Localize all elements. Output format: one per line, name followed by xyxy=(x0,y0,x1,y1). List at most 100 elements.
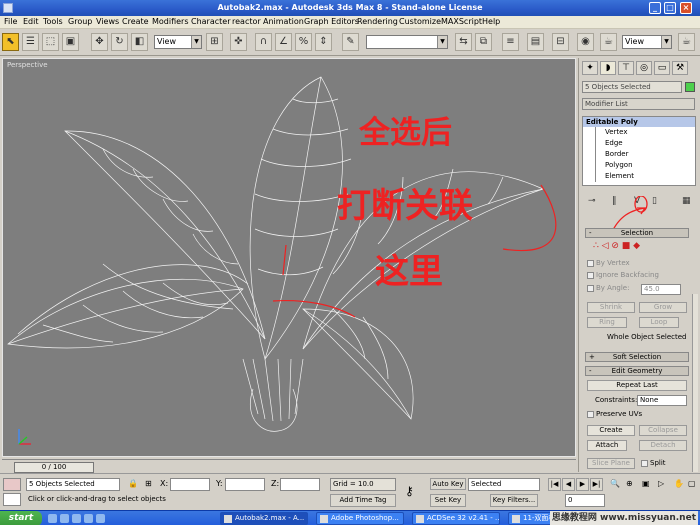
zoom-icon[interactable]: 🔍 xyxy=(610,479,620,488)
absolute-mode-icon[interactable]: ⊞ xyxy=(145,479,152,488)
select-manipulate-icon[interactable]: ✜ xyxy=(230,33,247,51)
align-icon[interactable]: ⧉ xyxy=(475,33,492,51)
play-icon[interactable]: ▶ xyxy=(576,478,589,491)
angle-snap-icon[interactable]: ∠ xyxy=(275,33,292,51)
quick-launch-folder-icon[interactable] xyxy=(84,514,93,523)
attach-button[interactable]: Attach xyxy=(587,440,627,451)
maxscript-listener-icon[interactable] xyxy=(3,478,21,491)
snap-toggle-icon[interactable]: ∩ xyxy=(255,33,272,51)
quick-launch-media-icon[interactable] xyxy=(72,514,81,523)
render-scene-icon[interactable]: ☕ xyxy=(600,33,617,51)
display-tab-icon[interactable]: ▭ xyxy=(654,61,670,75)
rotate-icon[interactable]: ↻ xyxy=(111,33,128,51)
stack-vertex[interactable]: Vertex xyxy=(583,127,695,138)
quick-launch-app-icon[interactable] xyxy=(96,514,105,523)
menu-create[interactable]: Create xyxy=(122,17,149,26)
pan-icon[interactable]: ✋ xyxy=(674,479,684,488)
menu-edit[interactable]: Edit xyxy=(23,17,39,26)
region-select-icon[interactable]: ⬚ xyxy=(42,33,59,51)
window-crossing-icon[interactable]: ▣ xyxy=(62,33,79,51)
menu-modifiers[interactable]: Modifiers xyxy=(152,17,189,26)
maxscript-mini-listener-icon[interactable] xyxy=(3,493,21,506)
time-slider[interactable]: 0 / 100 xyxy=(14,462,94,473)
x-coordinate-field[interactable] xyxy=(170,478,210,491)
reference-coordinate-dropdown[interactable]: View ▼ xyxy=(154,35,202,49)
schematic-view-icon[interactable]: ⊟ xyxy=(552,33,569,51)
hierarchy-tab-icon[interactable]: ⊤ xyxy=(618,61,634,75)
material-editor-icon[interactable]: ◉ xyxy=(577,33,594,51)
task-acdsee[interactable]: ACDSee 32 v2.41 - ... xyxy=(412,512,500,525)
minimize-button[interactable]: _ xyxy=(649,2,661,14)
previous-frame-icon[interactable]: ◀ xyxy=(562,478,575,491)
task-3dsmax[interactable]: Autobak2.max - A... xyxy=(220,512,308,525)
task-photoshop[interactable]: Adobe Photoshop... xyxy=(316,512,404,525)
key-selection-dropdown[interactable]: Selected xyxy=(468,478,540,491)
menu-help[interactable]: Help xyxy=(482,17,500,26)
configure-modifier-sets-icon[interactable]: ▦ xyxy=(682,196,691,206)
menu-views[interactable]: Views xyxy=(96,17,119,26)
go-to-start-icon[interactable]: |◀ xyxy=(548,478,561,491)
menu-tools[interactable]: Tools xyxy=(43,17,63,26)
grow-button[interactable]: Grow xyxy=(639,302,687,313)
stack-editable-poly[interactable]: Editable Poly xyxy=(583,117,695,127)
stack-border[interactable]: Border xyxy=(583,149,695,160)
slice-plane-button[interactable]: Slice Plane xyxy=(587,458,635,469)
menu-character[interactable]: Character xyxy=(191,17,231,26)
curve-editor-icon[interactable]: ▤ xyxy=(527,33,544,51)
key-mode-icon[interactable]: ⚷ xyxy=(405,484,414,498)
spinner-snap-icon[interactable]: ⇕ xyxy=(315,33,332,51)
collapse-button[interactable]: Collapse xyxy=(639,425,687,436)
select-by-name-icon[interactable]: ☰ xyxy=(22,33,39,51)
ring-button[interactable]: Ring xyxy=(587,317,627,328)
menu-animation[interactable]: Animation xyxy=(263,17,304,26)
modify-tab-icon[interactable]: ◗ xyxy=(600,61,616,75)
stack-edge[interactable]: Edge xyxy=(583,138,695,149)
start-button[interactable]: start xyxy=(0,511,42,525)
y-coordinate-field[interactable] xyxy=(225,478,265,491)
close-button[interactable]: × xyxy=(680,2,692,14)
menu-customize[interactable]: Customize xyxy=(399,17,441,26)
create-button[interactable]: Create xyxy=(587,425,635,436)
loop-button[interactable]: Loop xyxy=(639,317,679,328)
named-selection-sets-dropdown[interactable]: ▼ xyxy=(366,35,448,49)
named-selection-icon[interactable]: ✎ xyxy=(342,33,359,51)
by-angle-spinner[interactable]: 45.0 xyxy=(641,284,681,295)
soft-selection-rollout-header[interactable]: + Soft Selection xyxy=(585,352,689,362)
modifier-list-dropdown[interactable]: Modifier List xyxy=(582,98,695,110)
select-object-icon[interactable]: ⬉ xyxy=(2,33,19,51)
stack-element[interactable]: Element xyxy=(583,171,695,182)
pin-stack-icon[interactable]: ⊸ xyxy=(588,196,596,206)
mirror-icon[interactable]: ⇆ xyxy=(455,33,472,51)
panel-scrollbar[interactable] xyxy=(692,294,698,472)
detach-button[interactable]: Detach xyxy=(639,440,687,451)
menu-maxscript[interactable]: MAXScript xyxy=(441,17,482,26)
perspective-viewport[interactable]: Perspective 全选后 打断关联 这里 xyxy=(2,58,576,457)
object-color-swatch[interactable] xyxy=(685,82,695,92)
layer-manager-icon[interactable]: ≡ xyxy=(502,33,519,51)
lock-selection-icon[interactable]: 🔒 xyxy=(128,479,138,488)
zoom-extents-icon[interactable]: ▣ xyxy=(642,479,650,488)
pivot-center-icon[interactable]: ⊞ xyxy=(206,33,223,51)
set-key-button[interactable]: Set Key xyxy=(430,494,466,507)
menu-group[interactable]: Group xyxy=(68,17,92,26)
stack-polygon[interactable]: Polygon xyxy=(583,160,695,171)
quick-launch-ie-icon[interactable] xyxy=(48,514,57,523)
move-icon[interactable]: ✥ xyxy=(91,33,108,51)
z-coordinate-field[interactable] xyxy=(280,478,320,491)
motion-tab-icon[interactable]: ◎ xyxy=(636,61,652,75)
menu-reactor[interactable]: reactor xyxy=(232,17,261,26)
auto-key-button[interactable]: Auto Key xyxy=(430,478,466,490)
current-frame-field[interactable]: 0 xyxy=(565,494,605,507)
create-tab-icon[interactable]: ✦ xyxy=(582,61,598,75)
quick-launch-desktop-icon[interactable] xyxy=(60,514,69,523)
split-checkbox[interactable]: Split xyxy=(641,459,666,467)
scale-icon[interactable]: ◧ xyxy=(131,33,148,51)
key-filters-button[interactable]: Key Filters... xyxy=(490,494,538,507)
subobject-level-icons[interactable]: ∴ ◁ ⊘ ■ ◆ xyxy=(593,241,640,251)
selection-rollout-header[interactable]: - Selection xyxy=(585,228,689,238)
by-angle-checkbox[interactable]: By Angle: xyxy=(587,284,629,292)
maximize-viewport-icon[interactable]: ▢ xyxy=(688,479,696,488)
constraints-dropdown[interactable]: None xyxy=(637,395,687,406)
field-of-view-icon[interactable]: ▷ xyxy=(658,479,664,488)
selection-name-field[interactable]: 5 Objects Selected xyxy=(582,81,682,93)
